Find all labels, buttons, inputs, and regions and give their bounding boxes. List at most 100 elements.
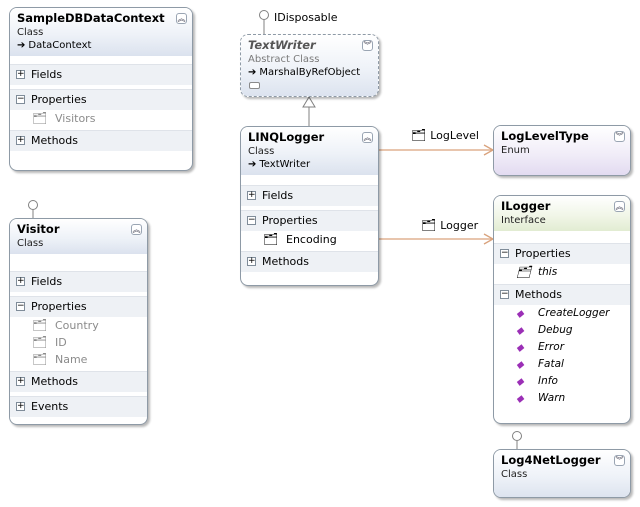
shape-header: Visitor Class ︽ [10, 219, 147, 254]
property-icon: 🗂 [421, 218, 437, 232]
collapse-icon[interactable]: − [500, 290, 509, 299]
shape-kind: Class [248, 146, 275, 157]
collapse-toggle-icon[interactable]: ︽ [362, 132, 373, 143]
property-icon: 🗂 [32, 111, 48, 125]
method-item[interactable]: ⬥ Debug [494, 322, 630, 339]
shape-header: LogLevelType Enum ︾ [494, 126, 630, 175]
methods-section[interactable]: + Methods [10, 371, 147, 392]
inheritance-arrow-icon: ➔ [248, 67, 257, 78]
methods-section[interactable]: + Methods [241, 251, 378, 272]
properties-section[interactable]: − Properties [10, 89, 192, 110]
property-icon: 🗂 [32, 335, 48, 349]
ilogger-shape[interactable]: ILogger Interface ︽ − Properties 🗂 this − M… [493, 195, 631, 424]
shape-title: LogLevelType [501, 129, 589, 143]
collapse-toggle-icon[interactable]: ︽ [176, 13, 187, 24]
methods-section[interactable]: − Methods [494, 284, 630, 305]
shape-base-class: ➔ TextWriter [248, 159, 311, 170]
expand-toggle-icon[interactable]: ︾ [614, 131, 625, 142]
visitor-lollipop-circle [28, 200, 38, 210]
expand-icon[interactable]: + [247, 257, 256, 266]
method-item[interactable]: ⬥ Fatal [494, 356, 630, 373]
shape-header: ILogger Interface ︽ [494, 196, 630, 231]
shape-kind: Abstract Class [248, 54, 320, 65]
method-icon: ⬥ [516, 392, 524, 405]
shape-title: LINQLogger [248, 130, 325, 144]
method-icon: ⬥ [516, 324, 524, 337]
inheritance-arrowhead [302, 96, 316, 108]
collapse-icon[interactable]: − [247, 216, 256, 225]
method-item[interactable]: ⬥ Info [494, 373, 630, 390]
shape-header: Log4NetLogger Class ︾ [494, 450, 630, 497]
property-icon: 🗂 [32, 352, 48, 366]
linqlogger-shape[interactable]: LINQLogger Class ➔ TextWriter ︽ + Fields −… [240, 126, 379, 286]
property-item[interactable]: 🗂 Encoding [241, 231, 378, 248]
shape-kind: Class [17, 27, 44, 38]
expand-icon[interactable]: + [247, 191, 256, 200]
property-icon: 🗂 [32, 318, 48, 332]
property-item[interactable]: 🗂 Name [10, 351, 147, 368]
methods-section[interactable]: + Methods [10, 130, 192, 151]
idisposable-label: IDisposable [274, 11, 338, 24]
properties-section[interactable]: − Properties [10, 296, 147, 317]
property-item[interactable]: 🗂 Visitors [10, 110, 192, 127]
property-item[interactable]: 🗂 Country [10, 317, 147, 334]
collapse-icon[interactable]: − [500, 249, 509, 258]
shape-header: SampleDBDataContext Class ➔ DataContext ︽ [10, 8, 192, 56]
collapse-toggle-icon[interactable]: ︽ [614, 201, 625, 212]
fields-section[interactable]: + Fields [10, 271, 147, 292]
shape-title: TextWriter [248, 38, 316, 52]
method-icon: ⬥ [516, 375, 524, 388]
expand-toggle-icon[interactable]: ︾ [362, 40, 373, 51]
logger-association-label[interactable]: 🗂 Logger [421, 218, 478, 233]
events-section[interactable]: + Events [10, 396, 147, 417]
idisposable-lollipop-circle [259, 10, 269, 20]
fields-section[interactable]: + Fields [241, 185, 378, 206]
loglevel-association-arrow [483, 144, 495, 156]
expand-icon[interactable]: + [16, 402, 25, 411]
shape-kind: Class [17, 238, 44, 249]
shape-base-class: ➔ MarshalByRefObject [248, 67, 361, 78]
loglevel-association-label[interactable]: 🗂 LogLevel [411, 128, 479, 143]
property-item[interactable]: 🗂 ID [10, 334, 147, 351]
shape-header: LINQLogger Class ➔ TextWriter ︽ [241, 127, 378, 175]
shape-title: SampleDBDataContext [17, 11, 165, 25]
method-item[interactable]: ⬥ Error [494, 339, 630, 356]
shape-kind: Enum [501, 145, 530, 156]
logger-association-arrow [483, 233, 495, 245]
logleveltype-shape[interactable]: LogLevelType Enum ︾ [493, 125, 631, 176]
shape-header: TextWriter Abstract Class ➔ MarshalByRefO… [241, 35, 378, 96]
expand-icon[interactable]: + [16, 277, 25, 286]
lollipop-toggle-icon[interactable] [249, 82, 260, 89]
expand-icon[interactable]: + [16, 377, 25, 386]
shape-kind: Interface [501, 215, 546, 226]
shape-title: Log4NetLogger [501, 453, 601, 467]
collapse-toggle-icon[interactable]: ︽ [131, 224, 142, 235]
sampledb-datacontext-shape[interactable]: SampleDBDataContext Class ➔ DataContext ︽… [9, 7, 193, 171]
method-icon: ⬥ [516, 307, 524, 320]
textwriter-shape[interactable]: TextWriter Abstract Class ➔ MarshalByRefO… [240, 34, 379, 97]
collapse-icon[interactable]: − [16, 302, 25, 311]
inheritance-arrow-icon: ➔ [248, 159, 257, 170]
property-icon: 🗂 [411, 128, 427, 142]
fields-section[interactable]: + Fields [10, 64, 192, 85]
method-icon: ⬥ [516, 341, 524, 354]
properties-section[interactable]: − Properties [494, 243, 630, 264]
properties-section[interactable]: − Properties [241, 210, 378, 231]
method-item[interactable]: ⬥ CreateLogger [494, 305, 630, 322]
method-item[interactable]: ⬥ Warn [494, 390, 630, 407]
log4netlogger-shape[interactable]: Log4NetLogger Class ︾ [493, 449, 631, 498]
collapse-icon[interactable]: − [16, 95, 25, 104]
shape-base-class: ➔ DataContext [17, 40, 92, 51]
log4net-lollipop-circle [512, 431, 522, 441]
property-item[interactable]: 🗂 this [494, 264, 630, 281]
expand-icon[interactable]: + [16, 136, 25, 145]
expand-toggle-icon[interactable]: ︾ [614, 455, 625, 466]
visitor-shape[interactable]: Visitor Class ︽ + Fields − Properties 🗂 Cou… [9, 218, 148, 425]
property-icon: 🗂 [263, 232, 279, 246]
shape-title: Visitor [17, 222, 60, 236]
inheritance-arrow-icon: ➔ [17, 40, 26, 51]
shape-kind: Class [501, 469, 528, 480]
expand-icon[interactable]: + [16, 70, 25, 79]
property-icon: 🗂 [516, 265, 532, 279]
method-icon: ⬥ [516, 358, 524, 371]
